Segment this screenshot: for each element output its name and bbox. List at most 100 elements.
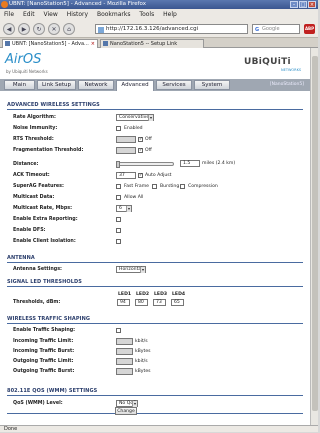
extra-reporting-checkbox[interactable] (116, 217, 121, 222)
forward-icon[interactable]: ▶ (18, 23, 30, 35)
led2-threshold-input[interactable]: 80 (135, 299, 148, 306)
dfs-checkbox[interactable] (116, 228, 121, 233)
ack-auto-adjust-checkbox[interactable]: ✓ (138, 173, 143, 178)
led3-threshold-input[interactable]: 73 (153, 299, 166, 306)
section-divider (7, 413, 303, 414)
tab-link-setup[interactable]: Link Setup (37, 80, 76, 90)
menu-edit[interactable]: Edit (23, 11, 35, 18)
led4-header: LED4 (172, 292, 186, 297)
menu-view[interactable]: View (44, 11, 58, 18)
noise-immunity-label: Noise Immunity: (13, 126, 58, 131)
section-traffic-shaping-title: WIRELESS TRAFFIC SHAPING (7, 316, 91, 322)
close-tab-icon[interactable]: × (91, 40, 95, 48)
browser-tab-setup-link[interactable]: NanoStation5 -- Setup Link (100, 39, 204, 48)
section-divider (7, 395, 303, 396)
rate-algorithm-select[interactable]: Conservative ▾ (116, 114, 154, 121)
outgoing-limit-input[interactable] (116, 358, 133, 365)
traffic-shaping-label: Enable Traffic Shaping: (13, 328, 76, 333)
search-input[interactable]: G Google (252, 24, 300, 34)
browser-tab-advanced[interactable]: UBNT: [NanoStation5] - Adva... × (2, 39, 98, 48)
page-scrollbar[interactable] (310, 48, 318, 425)
fragmentation-off-checkbox[interactable]: ✓ (138, 148, 143, 153)
tab-services[interactable]: Services (156, 80, 192, 90)
qos-level-select[interactable]: No QoS ▾ (116, 400, 138, 407)
multicast-allow-all-option: Allow All (124, 195, 144, 200)
airos-logo: AirOS (5, 52, 42, 67)
outgoing-burst-input[interactable] (116, 368, 133, 375)
rts-threshold-input[interactable] (116, 136, 136, 143)
menu-help[interactable]: Help (163, 11, 177, 18)
web-page: AirOS by Ubiquiti Networks UBiQUiTi NETW… (0, 48, 310, 425)
status-text: Done (4, 426, 18, 432)
incoming-limit-input[interactable] (116, 338, 133, 345)
search-placeholder: Google (262, 26, 280, 32)
minimize-icon[interactable]: – (290, 1, 298, 8)
fast-frame-checkbox[interactable] (116, 184, 121, 189)
ack-auto-adjust-option: Auto Adjust (145, 173, 172, 178)
compression-option: Compression (188, 184, 218, 189)
multicast-allow-all-checkbox[interactable] (116, 195, 121, 200)
rate-algorithm-value: Conservative (119, 115, 150, 120)
extra-reporting-label: Enable Extra Reporting: (13, 217, 78, 222)
close-window-icon[interactable]: × (308, 1, 316, 8)
chevron-down-icon: ▾ (140, 267, 145, 273)
distance-input[interactable]: 1.5 (180, 160, 200, 167)
distance-label: Distance: (13, 162, 39, 167)
noise-immunity-checkbox[interactable] (116, 126, 121, 131)
compression-checkbox[interactable] (180, 184, 185, 189)
home-icon[interactable]: ⌂ (63, 23, 75, 35)
tab-favicon (5, 41, 10, 46)
menu-bookmarks[interactable]: Bookmarks (97, 11, 131, 18)
menu-file[interactable]: File (4, 11, 14, 18)
bursting-checkbox[interactable] (152, 184, 157, 189)
page-tabs: Main Link Setup Network Advanced Service… (0, 79, 310, 91)
change-button[interactable]: Change (115, 407, 137, 415)
tab-network[interactable]: Network (78, 80, 114, 90)
window-titlebar: UBNT: [NanoStation5] - Advanced - Mozill… (0, 0, 318, 9)
thresholds-label: Thresholds, dBm: (13, 300, 61, 305)
reload-icon[interactable]: ↻ (33, 23, 45, 35)
outgoing-limit-label: Outgoing Traffic Limit: (13, 359, 74, 364)
superag-label: SuperAG Features: (13, 184, 64, 189)
tab-system[interactable]: System (194, 80, 230, 90)
client-isolation-checkbox[interactable] (116, 239, 121, 244)
incoming-burst-label: Incoming Traffic Burst: (13, 349, 75, 354)
ack-timeout-input[interactable]: 37 (116, 172, 136, 179)
led4-threshold-input[interactable]: 65 (171, 299, 184, 306)
scrollbar-thumb[interactable] (312, 56, 318, 411)
distance-slider[interactable] (116, 161, 174, 168)
browser-tab-strip: UBNT: [NanoStation5] - Adva... × NanoSta… (0, 38, 318, 48)
stop-icon[interactable]: ✕ (48, 23, 60, 35)
status-bar: Done (0, 425, 318, 432)
address-bar[interactable]: http://172.16.3.126/advanced.cgi (95, 24, 248, 34)
multicast-rate-select[interactable]: 6 ▾ (116, 205, 132, 212)
led2-header: LED2 (136, 292, 150, 297)
bursting-option: Bursting (160, 184, 180, 189)
rts-off-checkbox[interactable]: ✓ (138, 137, 143, 142)
antenna-settings-select[interactable]: Horizontal ▾ (116, 266, 146, 273)
distance-slider-handle[interactable] (116, 161, 120, 168)
dfs-label: Enable DFS: (13, 228, 46, 233)
section-signal-led-title: SIGNAL LED THRESHOLDS (7, 279, 82, 285)
google-icon: G (255, 27, 260, 33)
menu-tools[interactable]: Tools (139, 11, 154, 18)
qos-level-label: QoS (WMM) Level: (13, 401, 63, 406)
adblock-icon[interactable]: ABP (304, 24, 315, 34)
incoming-burst-input[interactable] (116, 348, 133, 355)
tab-advanced[interactable]: Advanced (116, 80, 154, 91)
incoming-limit-label: Incoming Traffic Limit: (13, 339, 74, 344)
ubiquiti-logo-sub: NETWORKS (281, 68, 302, 72)
tab-main[interactable]: Main (4, 80, 35, 90)
section-divider (7, 286, 303, 287)
menu-history[interactable]: History (67, 11, 88, 18)
antenna-settings-label: Antenna Settings: (13, 267, 62, 272)
maximize-icon[interactable]: □ (299, 1, 307, 8)
fragmentation-threshold-input[interactable] (116, 147, 136, 154)
back-icon[interactable]: ◀ (3, 23, 15, 35)
browser-tab-label: UBNT: [NanoStation5] - Adva... (12, 41, 89, 47)
led1-header: LED1 (118, 292, 132, 297)
led1-threshold-input[interactable]: 94 (117, 299, 130, 306)
incoming-burst-unit: kBytes (135, 349, 151, 354)
section-divider (7, 262, 303, 263)
traffic-shaping-checkbox[interactable] (116, 328, 121, 333)
